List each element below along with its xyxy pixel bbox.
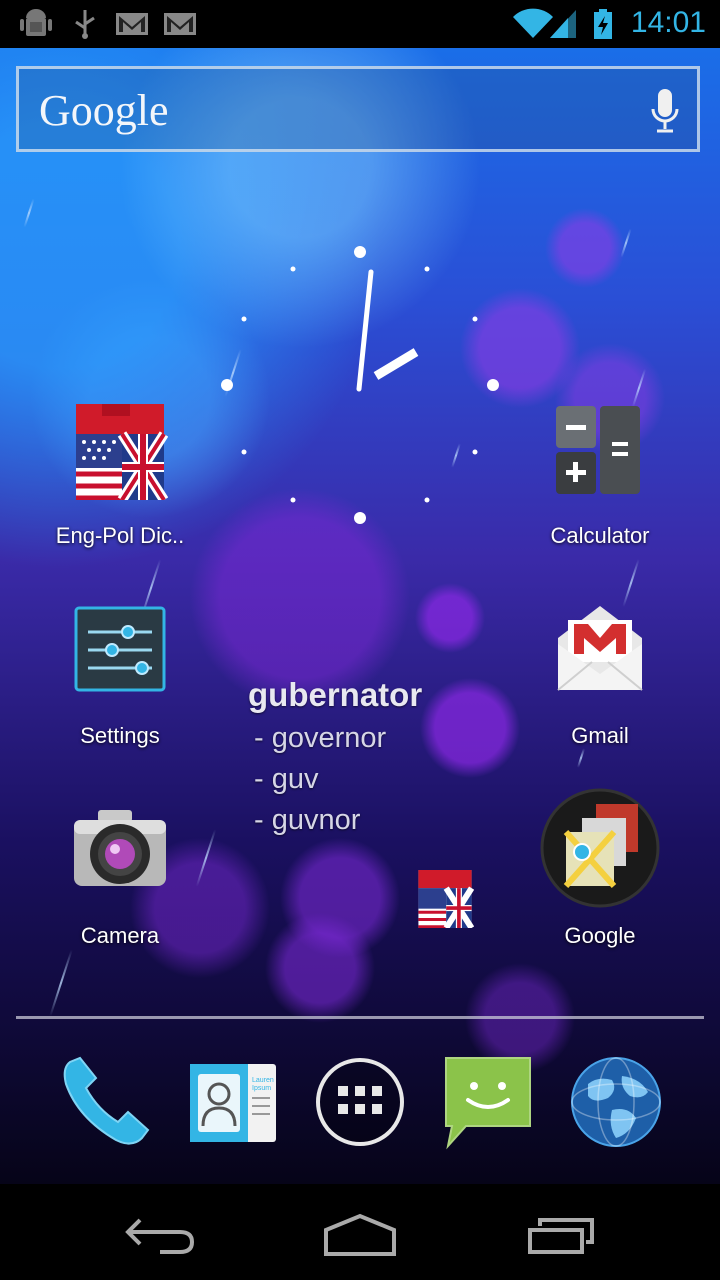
translation-item: - governor [254, 722, 387, 754]
flag-dictionary-icon [76, 404, 169, 503]
translation-item: - guv [254, 763, 319, 795]
gmail-notification-icon [116, 13, 148, 35]
contacts-icon[interactable]: Lauren Ipsum [184, 1054, 280, 1150]
dock-divider [16, 1016, 704, 1019]
dictionary-widget[interactable]: gubernator - governor - guv - guvnor [248, 676, 508, 837]
svg-text:Lauren: Lauren [252, 1077, 274, 1084]
app-label: Google [564, 923, 636, 948]
app-label: Settings [80, 723, 160, 748]
usb-icon [75, 10, 95, 39]
microphone-icon[interactable] [649, 87, 681, 135]
app-eng-pol-dictionary[interactable]: Eng-Pol Dic.. [30, 404, 210, 549]
cell-signal-icon [550, 10, 576, 38]
navigation-bar [0, 1184, 720, 1280]
translation-item: - guvnor [254, 804, 361, 836]
calculator-icon [556, 406, 640, 494]
app-label: Eng-Pol Dic.. [55, 523, 185, 548]
app-camera[interactable]: Camera [30, 804, 210, 949]
app-drawer-icon[interactable] [312, 1054, 408, 1150]
camera-icon [74, 810, 166, 886]
app-label: Calculator [550, 523, 650, 548]
app-label: Gmail [571, 723, 629, 748]
google-logo: Google [39, 86, 169, 135]
recent-apps-icon[interactable] [520, 1202, 600, 1262]
gmail-envelope-icon [557, 606, 643, 691]
flag-dictionary-icon[interactable] [416, 870, 474, 928]
phone-icon[interactable] [56, 1054, 152, 1150]
app-label: Camera [80, 923, 160, 948]
app-calculator[interactable]: Calculator [510, 404, 690, 549]
back-icon[interactable] [120, 1202, 200, 1262]
folder-icon [540, 788, 660, 908]
messaging-icon[interactable] [440, 1054, 536, 1150]
minute-hand [356, 269, 374, 392]
dictionary-word: gubernator [248, 676, 423, 713]
gmail-notification-icon [164, 13, 196, 35]
folder-google[interactable]: Google [510, 788, 690, 949]
android-debug-icon [20, 9, 52, 36]
home-icon[interactable] [320, 1202, 400, 1262]
app-gmail[interactable]: Gmail [510, 604, 690, 749]
status-clock: 14:01 [630, 6, 706, 39]
google-search-bar[interactable]: Google [16, 66, 700, 152]
svg-text:Ipsum: Ipsum [252, 1085, 271, 1092]
globe-icon[interactable] [568, 1054, 664, 1150]
analog-clock-widget[interactable] [218, 244, 502, 528]
status-bar: 14:01 [0, 0, 720, 48]
battery-charging-icon [594, 9, 612, 39]
settings-sliders-icon [74, 606, 166, 692]
hour-hand [373, 348, 419, 380]
app-settings[interactable]: Settings [30, 604, 210, 749]
